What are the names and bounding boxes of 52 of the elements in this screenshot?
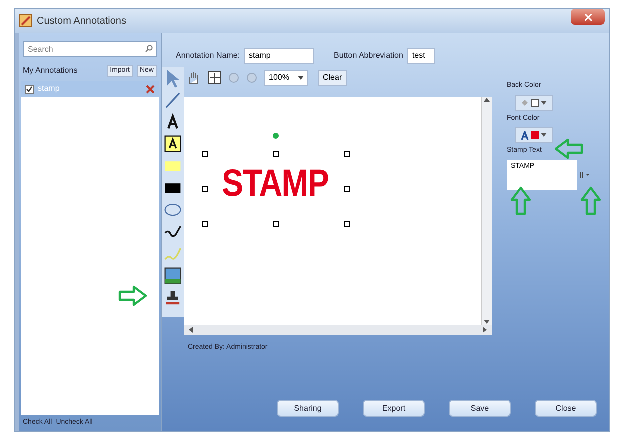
color-swatch xyxy=(531,131,539,139)
list-heading: My Annotations xyxy=(23,65,79,77)
selection-handle[interactable] xyxy=(344,221,350,227)
image-icon[interactable] xyxy=(162,265,184,287)
color-swatch xyxy=(531,98,539,106)
rotation-handle[interactable] xyxy=(273,133,279,139)
checkbox[interactable] xyxy=(25,84,34,94)
selection-handle[interactable] xyxy=(202,221,208,227)
font-color-picker[interactable] xyxy=(515,127,553,143)
drawing-canvas[interactable]: STAMP xyxy=(184,97,481,325)
selection-handle[interactable] xyxy=(202,151,208,157)
dialog-button[interactable]: Sharing xyxy=(277,400,339,417)
selection-handle[interactable] xyxy=(202,186,208,192)
scroll-up-icon[interactable] xyxy=(484,97,490,103)
fit-page-icon[interactable] xyxy=(208,71,222,85)
search-icon xyxy=(145,45,153,53)
stamp-text[interactable]: STAMP xyxy=(222,165,329,203)
app-icon xyxy=(19,14,33,28)
selection-handle[interactable] xyxy=(273,151,279,157)
item-label: stamp xyxy=(38,83,61,95)
annotation-name-field[interactable]: stamp xyxy=(244,48,314,64)
horizontal-scrollbar[interactable] xyxy=(184,325,492,335)
scroll-left-icon[interactable] xyxy=(188,327,194,333)
search-field[interactable]: Search xyxy=(23,41,157,57)
back-color-picker[interactable] xyxy=(515,94,553,110)
selection-handle[interactable] xyxy=(344,151,350,157)
scroll-right-icon[interactable] xyxy=(482,327,488,333)
selection-handle[interactable] xyxy=(344,186,350,192)
close-button[interactable] xyxy=(571,9,605,25)
dialog-button[interactable]: Save xyxy=(449,400,511,417)
clear-button[interactable]: Clear xyxy=(318,70,348,86)
arrow-icon xyxy=(510,186,532,216)
arrow-icon xyxy=(118,285,148,307)
text-box-icon[interactable] xyxy=(162,133,184,155)
close-icon xyxy=(584,14,592,20)
zoom-value: 100% xyxy=(268,72,290,84)
delete-icon[interactable] xyxy=(146,84,155,94)
field-label: Annotation Name: xyxy=(176,50,240,62)
dropdown-caret-icon xyxy=(297,75,305,81)
zoom-dropdown[interactable]: 100% xyxy=(264,70,308,86)
dropdown-caret-icon xyxy=(541,133,547,137)
font-letter-icon xyxy=(521,130,529,140)
field-label: Button Abbreviation xyxy=(334,50,404,62)
dropdown-caret-icon xyxy=(541,100,547,104)
vertical-scrollbar[interactable] xyxy=(481,97,492,325)
selection-handle[interactable] xyxy=(273,221,279,227)
arrow-icon xyxy=(580,186,602,216)
window-title: Custom Annotations xyxy=(37,14,128,28)
dialog-button[interactable]: Close xyxy=(535,400,597,417)
abbreviation-field[interactable]: test xyxy=(407,48,436,64)
dialog-button[interactable]: Export xyxy=(363,400,425,417)
arrow-icon xyxy=(554,138,584,160)
